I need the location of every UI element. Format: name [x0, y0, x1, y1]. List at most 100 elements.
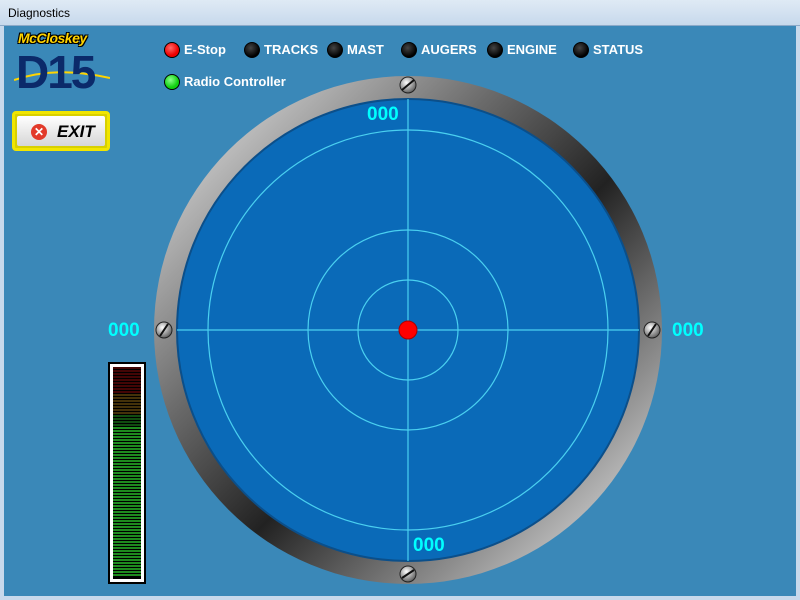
dial-readout-top: 000 — [367, 104, 399, 125]
level-meter-segment — [113, 553, 141, 555]
level-meter-segment — [113, 559, 141, 561]
level-meter-segment — [113, 526, 141, 528]
level-meter-segment — [113, 448, 141, 450]
level-meter-segment — [113, 514, 141, 516]
level-meter-segment — [113, 406, 141, 408]
level-meter-segment — [113, 562, 141, 564]
level-meter-segment — [113, 412, 141, 414]
level-meter-segment — [113, 535, 141, 537]
level-meter-segment — [113, 409, 141, 411]
level-meter-segment — [113, 385, 141, 387]
level-meter-segment — [113, 520, 141, 522]
level-meter-segment — [113, 433, 141, 435]
level-meter-segment — [113, 550, 141, 552]
level-meter-segment — [113, 505, 141, 507]
augers-lamp-icon — [401, 42, 417, 58]
close-circle-icon: ✕ — [31, 124, 47, 140]
level-meter-segment — [113, 460, 141, 462]
level-meter-segment — [113, 427, 141, 429]
level-meter-segment — [113, 502, 141, 504]
level-meter-bar — [113, 367, 141, 579]
level-meter-segment — [113, 445, 141, 447]
dial-screw-right — [643, 321, 661, 339]
indicator-label: TRACKS — [264, 42, 319, 57]
level-meter-segment — [113, 436, 141, 438]
level-meter-segment — [113, 463, 141, 465]
dial-center-dot — [398, 320, 418, 340]
level-meter-segment — [113, 544, 141, 546]
level-meter-segment — [113, 457, 141, 459]
level-meter-segment — [113, 442, 141, 444]
indicator-label: AUGERS — [421, 42, 477, 57]
level-meter-segment — [113, 382, 141, 384]
level-meter-segment — [113, 439, 141, 441]
mast-lamp-icon — [327, 42, 343, 58]
level-meter-segment — [113, 472, 141, 474]
level-meter-segment — [113, 568, 141, 570]
level-meter-segment — [113, 424, 141, 426]
indicator-label: E-Stop — [184, 42, 226, 57]
level-meter-segment — [113, 511, 141, 513]
indicator-label: MAST — [347, 42, 384, 57]
level-meter-segment — [113, 376, 141, 378]
level-meter-segment — [113, 517, 141, 519]
level-meter-segment — [113, 421, 141, 423]
level-meter-segment — [113, 379, 141, 381]
window-frame-bottom — [0, 596, 800, 600]
level-meter-segment — [113, 397, 141, 399]
brand-logo: D15 McCloskey — [14, 30, 114, 100]
logo-model: D15 — [16, 46, 96, 98]
exit-button[interactable]: ✕ EXIT — [12, 111, 110, 151]
level-meter-segment — [113, 508, 141, 510]
level-meter-segment — [113, 400, 141, 402]
exit-button-label: EXIT — [57, 122, 95, 141]
dial-screw-left — [155, 321, 173, 339]
level-meter-segment — [113, 523, 141, 525]
indicator-label: STATUS — [593, 42, 644, 57]
level-meter-segment — [113, 394, 141, 396]
level-meter-segment — [113, 529, 141, 531]
dial-readout-bottom: 000 — [413, 535, 445, 556]
level-meter-segment — [113, 496, 141, 498]
level-meter-segment — [113, 493, 141, 495]
level-meter-segment — [113, 574, 141, 576]
dial-screw-top — [399, 76, 417, 94]
level-meter-segment — [113, 532, 141, 534]
level-meter-segment — [113, 391, 141, 393]
tilt-dial — [152, 76, 664, 588]
dial-readout-right: 000 — [672, 320, 704, 341]
level-meter-segment — [113, 484, 141, 486]
level-meter-segment — [113, 481, 141, 483]
tracks-lamp-icon — [244, 42, 260, 58]
engine-lamp-icon — [487, 42, 503, 58]
level-meter-segment — [113, 487, 141, 489]
level-meter-segment — [113, 415, 141, 417]
status-lamp-icon — [573, 42, 589, 58]
level-meter-segment — [113, 565, 141, 567]
level-meter-segment — [113, 556, 141, 558]
level-meter-segment — [113, 430, 141, 432]
level-meter-segment — [113, 490, 141, 492]
level-meter-segment — [113, 403, 141, 405]
level-meter-segment — [113, 418, 141, 420]
level-meter-segment — [113, 538, 141, 540]
window-titlebar: Diagnostics — [0, 0, 800, 26]
level-meter-segment — [113, 478, 141, 480]
level-meter-segment — [113, 547, 141, 549]
level-meter-segment — [113, 373, 141, 375]
dial-graphic — [154, 76, 662, 584]
indicator-label: ENGINE — [507, 42, 557, 57]
level-meter-segment — [113, 499, 141, 501]
level-meter-segment — [113, 469, 141, 471]
level-meter-segment — [113, 454, 141, 456]
level-meter-segment — [113, 466, 141, 468]
level-meter-segment — [113, 475, 141, 477]
estop-lamp-icon — [164, 42, 180, 58]
level-meter-segment — [113, 388, 141, 390]
level-meter-segment — [113, 451, 141, 453]
window-title: Diagnostics — [8, 6, 71, 20]
level-meter-segment — [113, 370, 141, 372]
level-meter-segment — [113, 571, 141, 573]
dial-readout-left: 000 — [108, 320, 140, 341]
exit-button-face[interactable]: ✕ EXIT — [17, 116, 105, 146]
